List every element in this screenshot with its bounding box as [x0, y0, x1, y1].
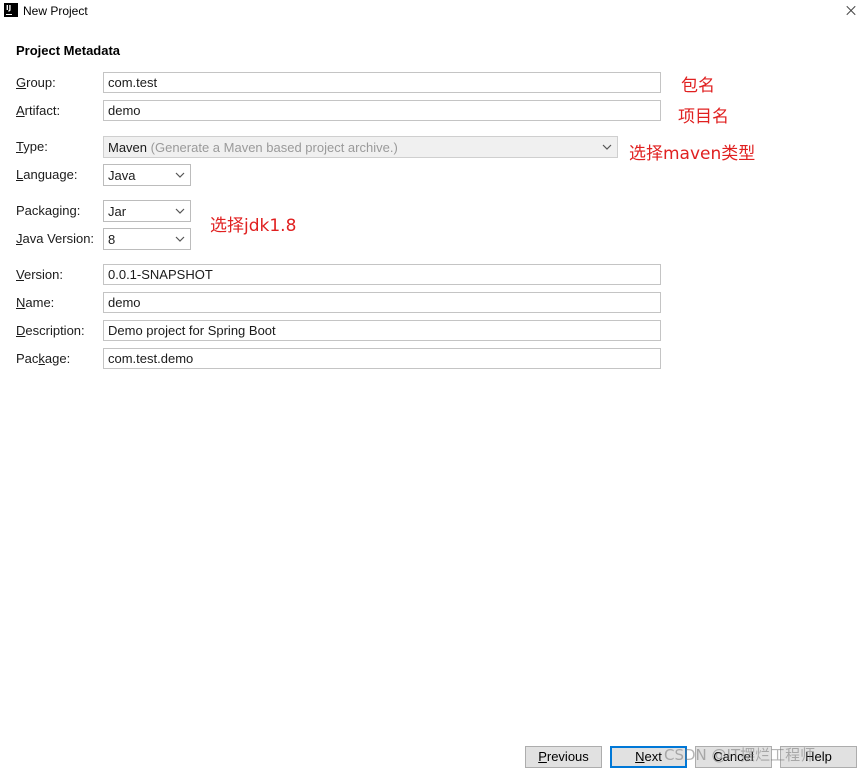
- packaging-select[interactable]: Jar: [103, 200, 191, 222]
- package-field[interactable]: [103, 348, 661, 369]
- description-field[interactable]: [103, 320, 661, 341]
- annotation-type: 选择maven类型: [629, 144, 756, 164]
- package-label: Package:: [16, 351, 71, 366]
- description-label: Description:: [16, 323, 85, 338]
- artifact-field[interactable]: [103, 100, 661, 121]
- name-input[interactable]: [104, 293, 660, 312]
- section-title: Project Metadata: [16, 43, 121, 58]
- packaging-label: Packaging:: [16, 203, 81, 218]
- annotation-group: 包名: [681, 76, 715, 96]
- type-select[interactable]: Maven (Generate a Maven based project ar…: [103, 136, 618, 158]
- chevron-down-icon: [602, 144, 612, 150]
- close-icon[interactable]: [835, 0, 865, 22]
- artifact-input[interactable]: [104, 101, 660, 120]
- java-version-label: Java Version:: [16, 231, 95, 246]
- group-input[interactable]: [104, 73, 660, 92]
- group-label: Group:: [16, 75, 56, 90]
- language-select[interactable]: Java: [103, 164, 191, 186]
- chevron-down-icon: [175, 208, 185, 214]
- package-input[interactable]: [104, 349, 660, 368]
- type-value: Maven (Generate a Maven based project ar…: [108, 140, 398, 155]
- type-label: Type:: [16, 139, 48, 154]
- intellij-app-icon: IJ: [4, 3, 18, 17]
- annotation-artifact: 项目名: [678, 107, 729, 127]
- annotation-java: 选择jdk1.8: [210, 216, 297, 236]
- name-label: Name:: [16, 295, 55, 310]
- artifact-label: Artifact:: [16, 103, 61, 118]
- language-label: Language:: [16, 167, 78, 182]
- java-version-select[interactable]: 8: [103, 228, 191, 250]
- version-input[interactable]: [104, 265, 660, 284]
- name-field[interactable]: [103, 292, 661, 313]
- version-label: Version:: [16, 267, 63, 282]
- window-title: New Project: [23, 4, 88, 18]
- version-field[interactable]: [103, 264, 661, 285]
- previous-button[interactable]: Previous: [525, 746, 602, 768]
- description-input[interactable]: [104, 321, 660, 340]
- group-field[interactable]: [103, 72, 661, 93]
- watermark: CSDN @IT摆烂工程师: [664, 746, 816, 764]
- title-bar: IJ New Project: [0, 0, 865, 22]
- chevron-down-icon: [175, 236, 185, 242]
- chevron-down-icon: [175, 172, 185, 178]
